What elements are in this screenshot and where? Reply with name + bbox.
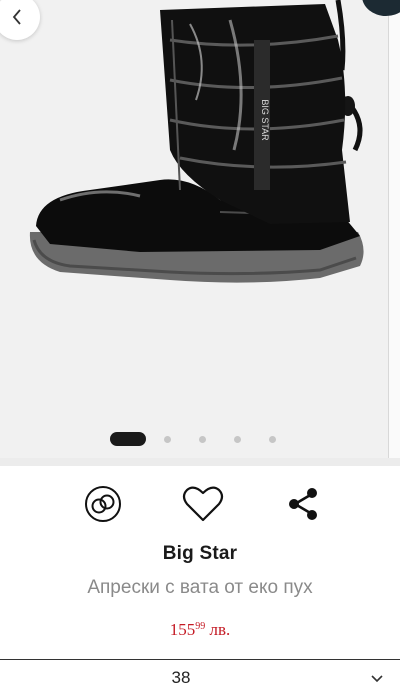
price-currency: лв. [209, 620, 231, 639]
pagination-dot[interactable] [269, 435, 276, 443]
share-icon [289, 488, 317, 520]
share-button[interactable] [279, 480, 327, 528]
gallery-pagination [0, 430, 400, 448]
boot-product-image: BIG STAR [29, 0, 364, 283]
product-name: Апрески с вата от еко пух [87, 577, 313, 598]
product-brand[interactable]: Big Star [0, 543, 400, 565]
boot-logo: BIG STAR [260, 99, 270, 141]
size-selector[interactable]: 38 [0, 659, 400, 699]
section-divider [0, 458, 400, 466]
product-actions [0, 468, 400, 538]
product-price: 15599 лв. [0, 620, 400, 640]
size-value: 38 [171, 668, 191, 687]
pagination-dot[interactable] [199, 435, 206, 443]
pagination-dot[interactable] [234, 435, 241, 443]
favorite-button[interactable] [179, 480, 227, 528]
compare-icon [85, 486, 121, 522]
gallery-edge [388, 0, 400, 458]
price-main: 155 [169, 620, 196, 639]
chevron-left-icon [12, 9, 21, 25]
product-gallery[interactable]: BIG STAR [0, 0, 400, 458]
pagination-dot[interactable] [164, 435, 171, 443]
pagination-dot-active[interactable] [110, 432, 146, 446]
compare-button[interactable] [79, 480, 127, 528]
chevron-down-icon [371, 675, 383, 683]
heart-icon [182, 486, 224, 522]
price-cents: 99 [195, 621, 206, 632]
